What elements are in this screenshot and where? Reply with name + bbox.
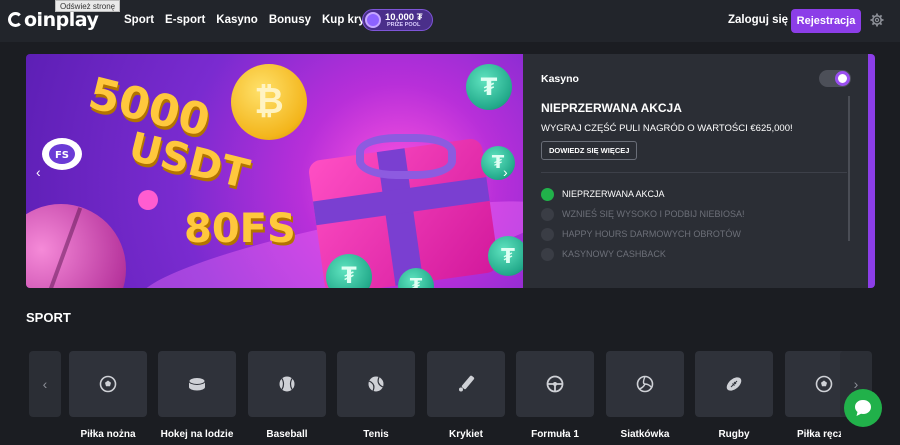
crown-icon	[541, 247, 554, 261]
sport-label: Hokej na lodzie	[160, 429, 234, 440]
learn-more-button[interactable]: DOWIEDZ SIĘ WIĘCEJ	[541, 141, 638, 160]
sport-label: Baseball	[266, 429, 308, 440]
sport-tile-volleyball[interactable]	[606, 351, 684, 417]
nav-bonuses[interactable]: Bonusy	[269, 14, 311, 26]
promo-toggle[interactable]	[819, 70, 851, 87]
main-nav: Sport E-sport Kasyno Bonusy Kup krypto	[124, 14, 394, 26]
volleyball-icon	[636, 375, 654, 393]
shield-icon	[541, 187, 554, 201]
promo-title: NIEPRZERWANA AKCJA	[541, 101, 682, 115]
prize-label: PRIZE POOL	[387, 22, 421, 28]
sport-tile-cricket[interactable]	[427, 351, 505, 417]
promo-list-item[interactable]: NIEPRZERWANA AKCJA	[541, 187, 665, 201]
sport-tile-hockey[interactable]	[158, 351, 236, 417]
tennis-ball-icon	[368, 376, 384, 392]
gift-bow	[356, 134, 456, 179]
scroll-left-button[interactable]: ‹	[29, 351, 61, 417]
login-link[interactable]: Zaloguj się	[728, 14, 788, 26]
prize-coin-icon	[365, 12, 381, 28]
nav-casino[interactable]: Kasyno	[216, 14, 258, 26]
promo-scrollbar[interactable]	[848, 96, 850, 241]
basketball-image	[26, 204, 126, 288]
tether-coin-icon: ₮	[481, 146, 515, 180]
svg-text:FS: FS	[55, 150, 69, 161]
sport-section-title: SPORT	[26, 310, 71, 325]
nav-esport[interactable]: E-sport	[165, 14, 205, 26]
casino-chip-icon: FS	[42, 138, 82, 170]
promo-list-item[interactable]: KASYNOWY CASHBACK	[541, 247, 666, 261]
promo-list-item[interactable]: WZNIEŚ SIĘ WYSOKO I PODBIJ NIEBIOSA!	[541, 207, 745, 221]
soccer-ball-icon	[99, 375, 117, 393]
banner-prev-arrow[interactable]: ‹	[36, 164, 41, 180]
divider	[541, 172, 847, 173]
tether-coin-icon: ₮	[488, 236, 523, 276]
sport-label: Tenis	[363, 429, 389, 440]
sport-label: Formuła 1	[531, 429, 579, 440]
sport-tile-tennis[interactable]	[337, 351, 415, 417]
sport-label: Piłka ręczna	[797, 429, 841, 440]
banner-free-spins: 80FS	[184, 206, 296, 252]
cricket-bat-icon	[459, 375, 475, 392]
sport-tile-soccer[interactable]	[69, 351, 147, 417]
sport-label: Piłka nożna	[80, 429, 136, 440]
gear-icon[interactable]	[870, 13, 884, 27]
prize-pool-badge[interactable]: 10,000 ₮ PRIZE POOL	[362, 9, 433, 31]
reload-tooltip: Odśwież stronę	[55, 0, 121, 12]
tether-coin-icon: ₮	[466, 64, 512, 110]
register-button[interactable]: Rejestracja	[791, 9, 861, 33]
baseball-icon	[279, 376, 295, 392]
banner-next-arrow[interactable]: ›	[503, 164, 508, 180]
promo-description: WYGRAJ CZĘŚĆ PULI NAGRÓD O WARTOŚCI €625…	[541, 123, 793, 134]
steering-wheel-icon	[546, 375, 564, 393]
chat-bubble-icon	[855, 400, 871, 416]
sport-tile-formula1[interactable]	[516, 351, 594, 417]
promo-banner[interactable]: FS ₿ 5000 USDT 80FS ₮ ₮ ₮ ₮ ₮ ‹ ›	[26, 54, 523, 288]
promo-list-item[interactable]: HAPPY HOURS DARMOWYCH OBROTÓW	[541, 227, 741, 241]
live-chat-button[interactable]	[844, 389, 882, 427]
nav-sport[interactable]: Sport	[124, 14, 154, 26]
promo-category: Kasyno	[541, 73, 579, 85]
promo-panel: Kasyno NIEPRZERWANA AKCJA WYGRAJ CZĘŚĆ P…	[523, 54, 868, 288]
sport-tile-rugby[interactable]	[695, 351, 773, 417]
diamond-gem-icon	[138, 190, 158, 210]
sport-label: Siatkówka	[620, 429, 670, 440]
panel-accent-bar	[868, 54, 875, 288]
shield-icon	[541, 207, 554, 221]
sport-label: Krykiet	[449, 429, 483, 440]
sport-label: Rugby	[718, 429, 750, 440]
bitcoin-coin-icon: ₿	[231, 64, 307, 140]
lightning-icon	[541, 227, 554, 241]
top-header: oinplay Odśwież stronę Sport E-sport Kas…	[0, 0, 900, 42]
hockey-puck-icon	[188, 377, 206, 391]
handball-icon	[815, 375, 833, 393]
rugby-ball-icon	[726, 377, 742, 391]
sport-tile-baseball[interactable]	[248, 351, 326, 417]
